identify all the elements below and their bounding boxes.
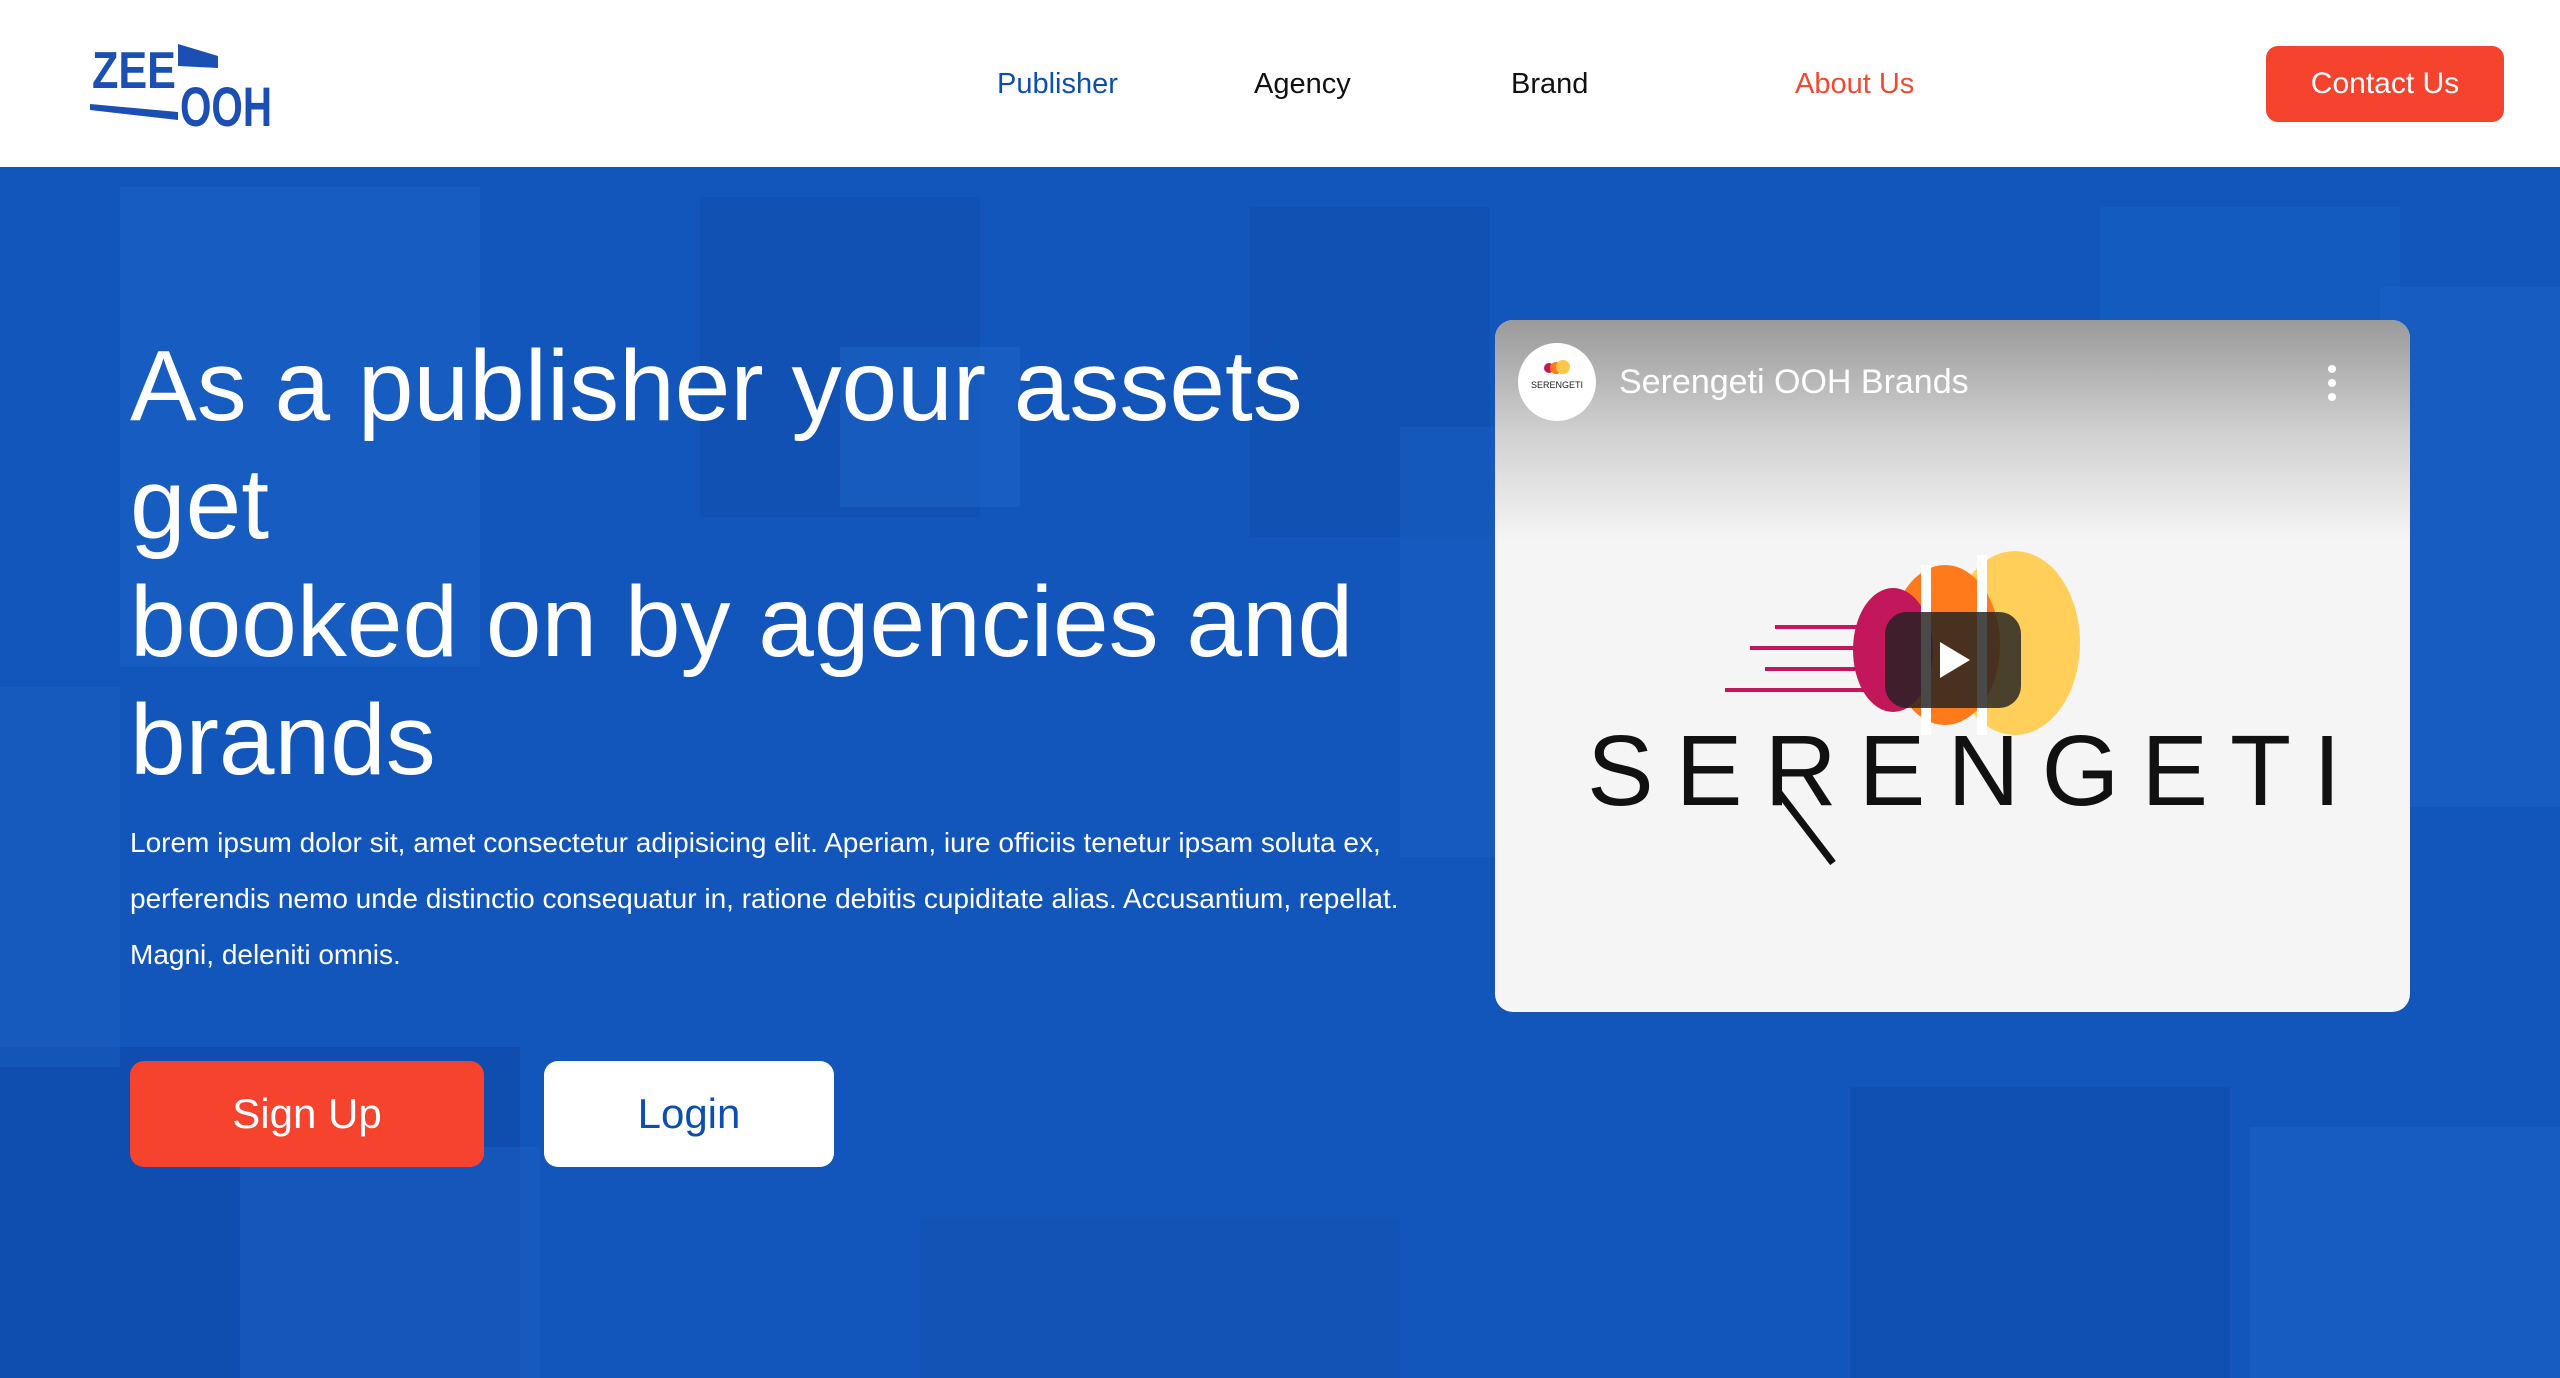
login-button[interactable]: Login [544, 1061, 834, 1167]
serengeti-wordmark: SERENGETI [1587, 715, 2355, 827]
nav-about-us[interactable]: About Us [1795, 64, 1914, 104]
logo-text-ooh: OOH [180, 75, 272, 128]
hero-description: Lorem ipsum dolor sit, amet consectetur … [130, 827, 1399, 970]
video-embed[interactable]: SERENGETI Serengeti OOH Brands SERENGETI [1495, 320, 2410, 1012]
play-icon [1940, 642, 1970, 678]
hero-heading: As a publisher your assets get booked on… [130, 327, 1460, 799]
hero-heading-line2: booked on by agencies and brands [130, 566, 1354, 796]
channel-avatar-logo-icon: SERENGETI [1531, 360, 1583, 390]
nav-brand[interactable]: Brand [1511, 64, 1588, 104]
hero-section: As a publisher your assets get booked on… [0, 167, 2560, 1378]
video-title[interactable]: Serengeti OOH Brands [1619, 360, 1969, 404]
hero-heading-line1: As a publisher your assets get [130, 330, 1303, 560]
nav-agency[interactable]: Agency [1254, 64, 1351, 104]
zee-ooh-logo[interactable]: ZEE OOH [90, 42, 275, 138]
channel-avatar-text: SERENGETI [1531, 380, 1583, 390]
zee-ooh-logo-mark: ZEE OOH [90, 42, 272, 138]
nav-publisher[interactable]: Publisher [997, 64, 1118, 104]
site-header: ZEE OOH Publisher Agency Brand About Us … [0, 0, 2560, 167]
sign-up-button[interactable]: Sign Up [130, 1061, 484, 1167]
channel-avatar[interactable]: SERENGETI [1518, 343, 1596, 421]
logo-text-zee: ZEE [92, 42, 176, 100]
more-vertical-icon[interactable] [2317, 360, 2347, 406]
contact-us-button[interactable]: Contact Us [2266, 46, 2504, 122]
play-button[interactable] [1885, 612, 2021, 708]
